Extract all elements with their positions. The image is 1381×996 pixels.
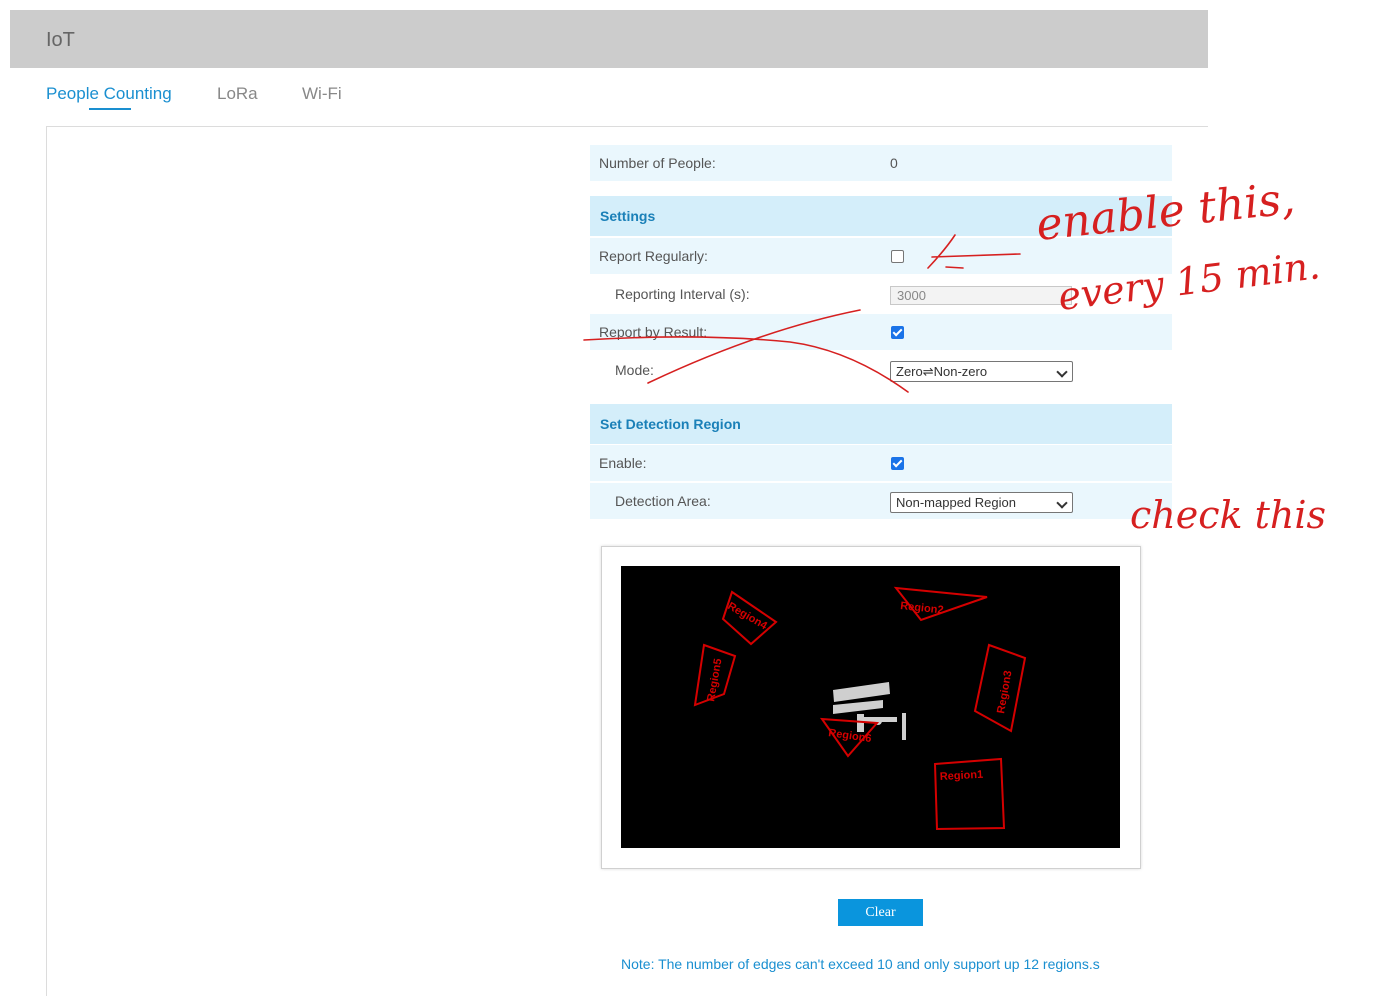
annotation-enable-text-1: enable this,: [1034, 173, 1297, 251]
annotation-strike-line-1: [583, 336, 909, 393]
annotation-arrow: [927, 234, 1021, 269]
annotation-check-text: check this: [1130, 493, 1326, 537]
handwritten-annotations: enable this, every 15 min. check this: [583, 173, 1326, 537]
annotation-strike-line-2: [647, 309, 861, 384]
annotation-enable-text-2: every 15 min.: [1056, 243, 1323, 319]
